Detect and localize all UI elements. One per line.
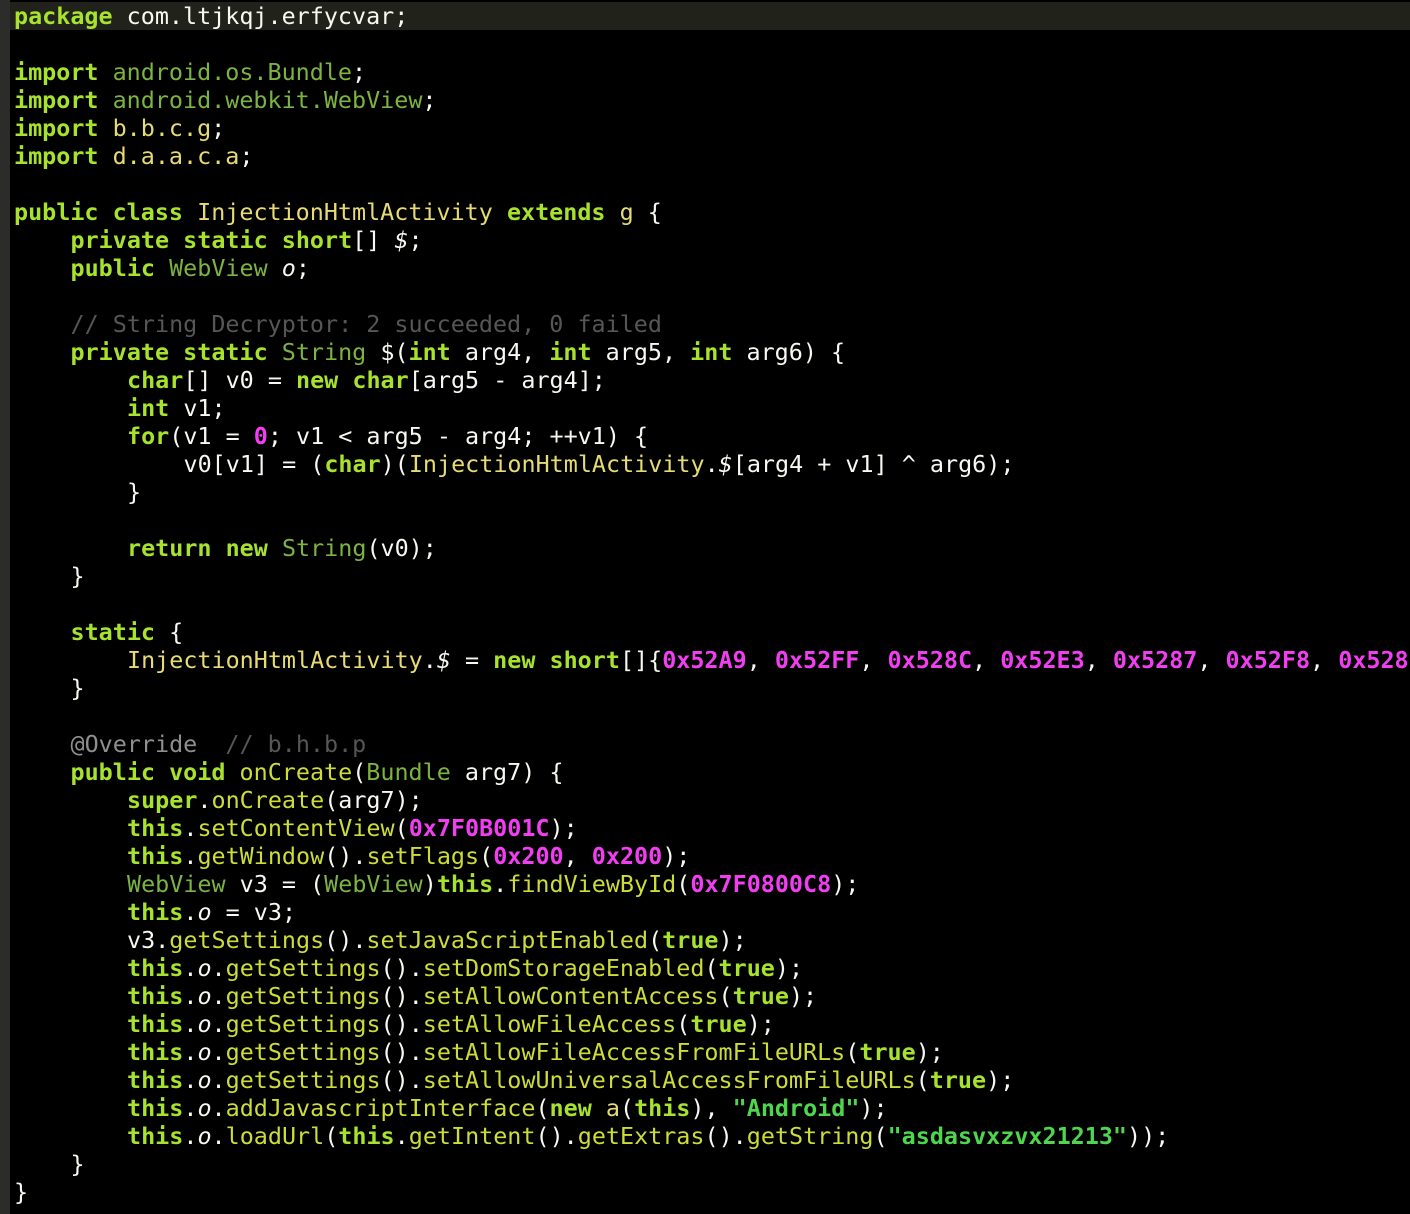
code-editor[interactable]: package com.ltjkqj.erfycvar; import andr… [0, 0, 1410, 1214]
code-line: static { [70, 618, 184, 646]
code-line: this.o = v3; [127, 898, 297, 926]
code-line: } [70, 562, 85, 590]
code-line: this.o.getSettings().setAllowFileAccessF… [127, 1038, 944, 1066]
code-line: import d.a.a.c.a; [14, 142, 254, 170]
code-line: for(v1 = 0; v1 < arg5 - arg4; ++v1) { [127, 422, 649, 450]
code-line: // String Decryptor: 2 succeeded, 0 fail… [70, 310, 662, 338]
code-line: public class InjectionHtmlActivity exten… [14, 198, 662, 226]
code-line: InjectionHtmlActivity.$ = new short[]{0x… [127, 646, 1410, 674]
code-line: } [70, 1150, 85, 1178]
code-line: this.o.getSettings().setDomStorageEnable… [127, 954, 804, 982]
code-line: this.getWindow().setFlags(0x200, 0x200); [127, 842, 691, 870]
code-line: v3.getSettings().setJavaScriptEnabled(tr… [127, 926, 747, 954]
code-line: this.o.loadUrl(this.getIntent().getExtra… [127, 1122, 1170, 1150]
editor-gutter [0, 0, 10, 1214]
code-line: import android.webkit.WebView; [14, 86, 437, 114]
code-line: } [127, 478, 142, 506]
code-line: private static String $(int arg4, int ar… [70, 338, 846, 366]
code-line: v0[v1] = (char)(InjectionHtmlActivity.$[… [183, 450, 1015, 478]
code-line: } [70, 674, 85, 702]
code-area[interactable]: package com.ltjkqj.erfycvar; import andr… [10, 2, 1410, 1214]
code-line: this.o.addJavascriptInterface(new a(this… [127, 1094, 888, 1122]
code-line: public void onCreate(Bundle arg7) { [70, 758, 564, 786]
code-line: WebView v3 = (WebView)this.findViewById(… [127, 870, 860, 898]
code-line: this.o.getSettings().setAllowFileAccess(… [127, 1010, 775, 1038]
code-line: this.o.getSettings().setAllowContentAcce… [127, 982, 818, 1010]
code-line: } [14, 1178, 29, 1206]
code-line: package com.ltjkqj.erfycvar; [10, 2, 1410, 30]
code-line: char[] v0 = new char[arg5 - arg4]; [127, 366, 606, 394]
code-line: this.setContentView(0x7F0B001C); [127, 814, 578, 842]
code-line: return new String(v0); [127, 534, 437, 562]
code-line: int v1; [127, 394, 226, 422]
code-line: @Override // b.h.b.p [70, 730, 367, 758]
code-line: import android.os.Bundle; [14, 58, 367, 86]
code-line: private static short[] $; [70, 226, 423, 254]
code-line: super.onCreate(arg7); [127, 786, 423, 814]
code-line: this.o.getSettings().setAllowUniversalAc… [127, 1066, 1015, 1094]
code-line: public WebView o; [70, 254, 310, 282]
code-line: import b.b.c.g; [14, 114, 226, 142]
